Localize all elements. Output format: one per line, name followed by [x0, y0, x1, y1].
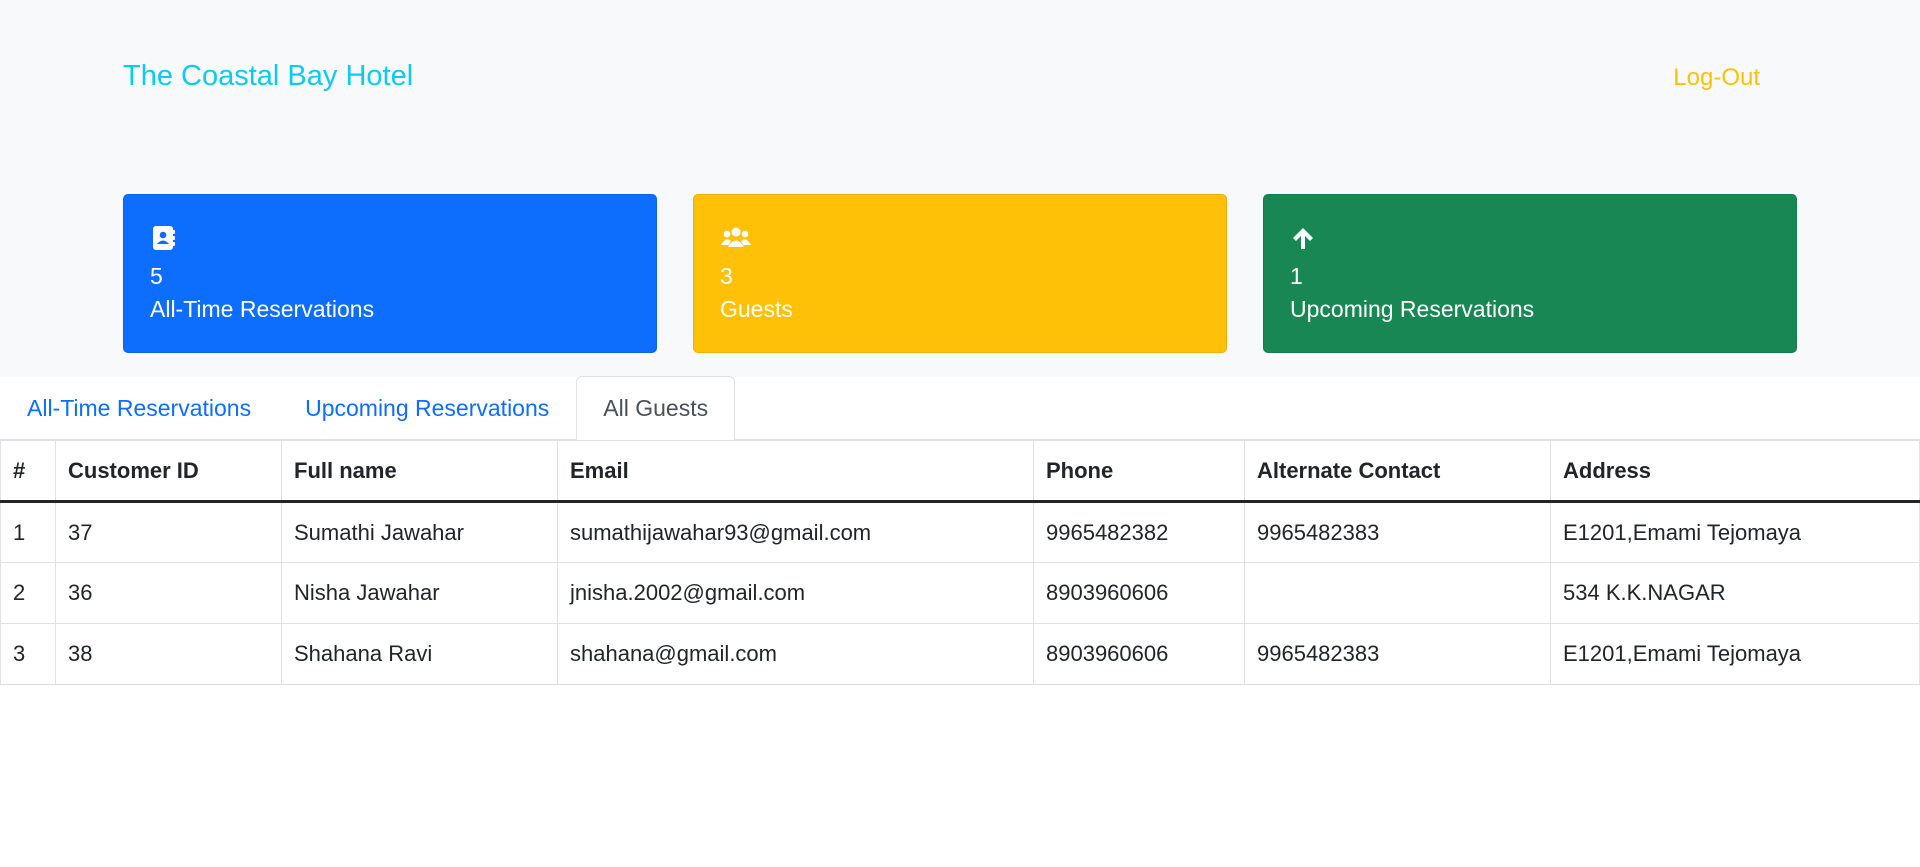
- header-full-name: Full name: [281, 440, 558, 503]
- tab-all-guests[interactable]: All Guests: [576, 376, 736, 440]
- cell-full-name: Nisha Jawahar: [281, 562, 558, 624]
- cell-address: E1201,Emami Tejomaya: [1550, 501, 1920, 563]
- card-count: 1: [1290, 263, 1303, 289]
- cell-number: 2: [0, 562, 56, 624]
- cell-alternate-contact: 9965482383: [1244, 623, 1551, 685]
- logout-link[interactable]: Log-Out: [1673, 64, 1760, 92]
- table-row: 2 36 Nisha Jawahar jnisha.2002@gmail.com…: [0, 562, 1920, 624]
- cell-customer-id: 36: [55, 562, 282, 624]
- cell-email: shahana@gmail.com: [557, 623, 1034, 685]
- cell-full-name: Sumathi Jawahar: [281, 501, 558, 563]
- brand-link[interactable]: The Coastal Bay Hotel: [123, 60, 413, 93]
- card-label: Guests: [720, 296, 793, 322]
- table-row: 3 38 Shahana Ravi shahana@gmail.com 8903…: [0, 623, 1920, 685]
- tab-bar: All-Time Reservations Upcoming Reservati…: [0, 376, 1920, 440]
- cell-number: 3: [0, 623, 56, 685]
- card-label: Upcoming Reservations: [1290, 296, 1535, 322]
- cell-email: jnisha.2002@gmail.com: [557, 562, 1034, 624]
- cell-customer-id: 38: [55, 623, 282, 685]
- cell-phone: 8903960606: [1033, 623, 1245, 685]
- header-area: The Coastal Bay Hotel Log-Out 5 All-Time…: [0, 0, 1920, 377]
- cell-alternate-contact: 9965482383: [1244, 501, 1551, 563]
- guests-table: # Customer ID Full name Email Phone Alte…: [0, 440, 1920, 685]
- cell-full-name: Shahana Ravi: [281, 623, 558, 685]
- header-email: Email: [557, 440, 1034, 503]
- header-alternate-contact: Alternate Contact: [1244, 440, 1551, 503]
- arrow-up-icon: [1293, 228, 1313, 249]
- card-upcoming-reservations: 1 Upcoming Reservations: [1263, 194, 1797, 353]
- users-icon: [721, 227, 751, 247]
- header-address: Address: [1550, 440, 1920, 503]
- cell-number: 1: [0, 501, 56, 563]
- header-phone: Phone: [1033, 440, 1245, 503]
- tab-all-time-reservations[interactable]: All-Time Reservations: [0, 376, 278, 439]
- cell-phone: 9965482382: [1033, 501, 1245, 563]
- card-count: 5: [150, 263, 163, 289]
- cell-address: E1201,Emami Tejomaya: [1550, 623, 1920, 685]
- cell-customer-id: 37: [55, 501, 282, 563]
- card-label: All-Time Reservations: [150, 296, 375, 322]
- cell-address: 534 K.K.NAGAR: [1550, 562, 1920, 624]
- cell-email: sumathijawahar93@gmail.com: [557, 501, 1034, 563]
- tab-upcoming-reservations[interactable]: Upcoming Reservations: [278, 376, 576, 439]
- header-customer-id: Customer ID: [55, 440, 282, 503]
- card-count: 3: [720, 263, 733, 289]
- cell-alternate-contact: [1244, 562, 1551, 624]
- table-row: 1 37 Sumathi Jawahar sumathijawahar93@gm…: [0, 501, 1920, 563]
- table-header-row: # Customer ID Full name Email Phone Alte…: [0, 440, 1920, 503]
- card-all-time-reservations: 5 All-Time Reservations: [123, 194, 657, 353]
- header-number: #: [0, 440, 56, 503]
- stat-cards: 5 All-Time Reservations 3 Guests 1 Upcom…: [123, 194, 1797, 353]
- card-guests: 3 Guests: [693, 194, 1227, 353]
- cell-phone: 8903960606: [1033, 562, 1245, 624]
- contact-book-icon: [153, 226, 175, 250]
